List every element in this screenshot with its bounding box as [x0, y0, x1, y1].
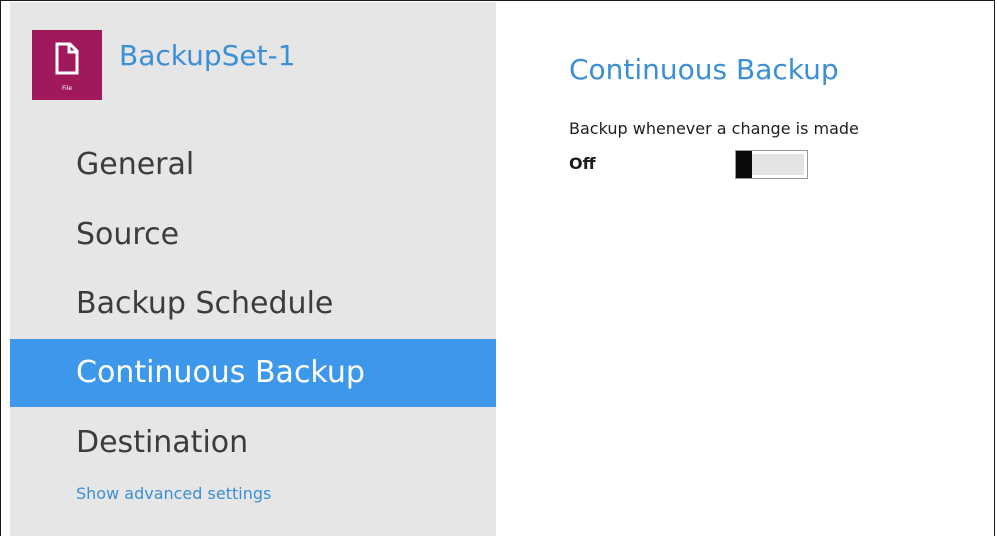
sidebar-item-general[interactable]: General	[10, 131, 496, 199]
page-title: Continuous Backup	[569, 53, 839, 86]
show-advanced-settings-link[interactable]: Show advanced settings	[76, 484, 271, 503]
settings-window: File BackupSet-1 General Source Backup S…	[0, 0, 995, 536]
backup-set-name: BackupSet-1	[119, 38, 296, 72]
sidebar-item-continuous-backup[interactable]: Continuous Backup	[10, 339, 496, 407]
sidebar-item-backup-schedule[interactable]: Backup Schedule	[10, 270, 496, 338]
toggle-state-label: Off	[569, 154, 596, 173]
continuous-backup-toggle[interactable]	[735, 150, 808, 179]
continuous-backup-description: Backup whenever a change is made	[569, 119, 859, 138]
sidebar-item-source[interactable]: Source	[10, 201, 496, 269]
file-icon-tag: File	[61, 85, 73, 92]
file-icon: File	[32, 30, 102, 100]
document-icon	[55, 42, 79, 75]
toggle-thumb[interactable]	[736, 151, 752, 178]
backup-set-header: File BackupSet-1	[32, 30, 296, 100]
sidebar: File BackupSet-1 General Source Backup S…	[10, 2, 496, 536]
sidebar-item-destination[interactable]: Destination	[10, 409, 496, 477]
